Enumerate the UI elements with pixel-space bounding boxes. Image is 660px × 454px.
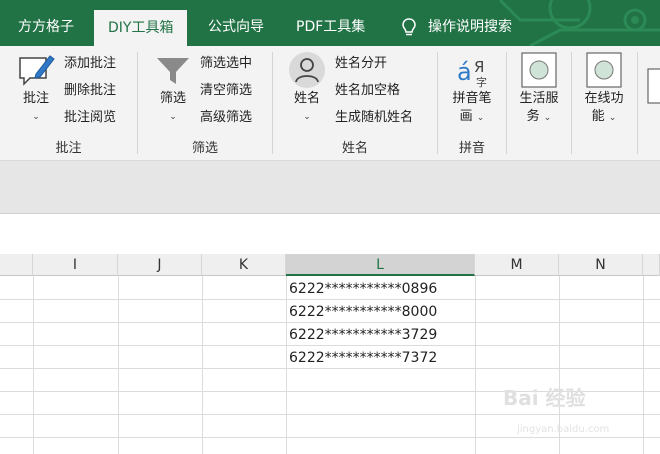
filter-label: 筛选 (159, 91, 186, 106)
group-label-filter: 筛选 (191, 141, 218, 156)
life-service-label-2: 务 ⌄ (526, 109, 552, 124)
service-tile-icon (521, 52, 557, 88)
life-service-button[interactable]: 生活服 务 ⌄ (513, 50, 565, 127)
random-name-button[interactable]: 生成随机姓名 (335, 109, 413, 127)
add-comment-button[interactable]: 添加批注 (64, 55, 116, 73)
group-online: 在线功 能 ⌄ (572, 46, 636, 160)
tell-me-label: 操作说明搜索 (428, 19, 512, 35)
name-label: 姓名 (293, 91, 320, 106)
ribbon-tab-bar: 方方格子 DIY工具箱 公式向导 PDF工具集 操作说明搜索 (0, 0, 660, 46)
column-header-i[interactable]: I (33, 254, 118, 276)
grid-line (118, 276, 119, 454)
grid-line (643, 276, 644, 454)
column-header-overflow[interactable] (643, 254, 660, 276)
group-filter: 筛选 ⌄ 筛选选中 清空筛选 高级筛选 筛选 (138, 46, 272, 160)
column-header-j[interactable]: J (118, 254, 202, 276)
view-comment-button[interactable]: 批注阅览 (64, 109, 116, 127)
grid-line (33, 276, 34, 454)
online-label-2: 能 ⌄ (591, 109, 617, 124)
filter-selected-button[interactable]: 筛选选中 (200, 55, 252, 73)
chevron-down-icon: ⌄ (303, 112, 311, 122)
grid-line (0, 414, 660, 415)
delete-comment-button[interactable]: 删除批注 (64, 82, 116, 100)
sheet-top-area (0, 213, 660, 254)
grid-line (475, 276, 476, 454)
group-pinyin: á Я 字 拼音笔 画 ⌄ 拼音 (438, 46, 506, 160)
grid-line (286, 276, 287, 454)
name-button[interactable]: 姓名 ⌄ (285, 50, 329, 126)
grid-line (0, 437, 660, 438)
cell-l3[interactable]: 6222***********3729 (289, 323, 437, 345)
online-function-button[interactable]: 在线功 能 ⌄ (578, 50, 630, 127)
tab-diy-toolbox[interactable]: DIY工具箱 (94, 10, 188, 46)
tab-formula-wizard[interactable]: 公式向导 (208, 0, 264, 46)
pinyin-label-1: 拼音笔 (452, 91, 492, 106)
filter-button[interactable]: 筛选 ⌄ (152, 50, 194, 126)
online-label-1: 在线功 (584, 91, 624, 106)
cell-l4[interactable]: 6222***********7372 (289, 346, 437, 368)
annotate-button[interactable]: 批注 ⌄ (12, 50, 60, 126)
grid-line (202, 276, 203, 454)
grid-line (0, 368, 660, 369)
pinyin-stroke-button[interactable]: á Я 字 拼音笔 画 ⌄ (446, 50, 498, 127)
group-name: 姓名 ⌄ 姓名分开 姓名加空格 生成随机姓名 姓名 (273, 46, 437, 160)
cell-l1[interactable]: 6222***********0896 (289, 277, 437, 299)
column-header-k[interactable]: K (202, 254, 286, 276)
formula-bar-area[interactable] (0, 161, 660, 213)
funnel-icon (157, 58, 189, 84)
pinyin-label-2: 画 ⌄ (459, 109, 485, 124)
group-label-name: 姓名 (341, 141, 368, 156)
split-name-button[interactable]: 姓名分开 (335, 55, 387, 73)
lightbulb-icon (402, 18, 416, 36)
pinyin-icon: á Я 字 (457, 58, 487, 89)
person-icon (289, 52, 325, 88)
name-add-space-button[interactable]: 姓名加空格 (335, 82, 400, 100)
advanced-filter-button[interactable]: 高级筛选 (200, 109, 252, 127)
tab-pdf-tools[interactable]: PDF工具集 (296, 0, 365, 46)
group-label-annotate: 批注 (55, 141, 82, 156)
clear-filter-button[interactable]: 清空筛选 (200, 82, 252, 100)
svg-text:á: á (457, 58, 472, 86)
life-service-label-1: 生活服 (519, 91, 559, 106)
chevron-down-icon: ⌄ (32, 112, 40, 122)
cell-l2[interactable]: 6222***********8000 (289, 300, 437, 322)
column-header-m[interactable]: M (475, 254, 559, 276)
column-header-blank[interactable] (0, 254, 33, 276)
column-header-l[interactable]: L (286, 254, 475, 276)
group-life-service: 生活服 务 ⌄ (507, 46, 571, 160)
group-label-pinyin: 拼音 (458, 141, 485, 156)
annotate-label: 批注 (22, 91, 49, 106)
svg-text:Я: Я (474, 58, 484, 76)
ribbon: 批注 ⌄ 添加批注 删除批注 批注阅览 批注 筛选 ⌄ 筛选选中 清空筛选 高级… (0, 46, 660, 161)
comment-pen-icon (19, 55, 55, 86)
column-header-n[interactable]: N (559, 254, 643, 276)
online-tile-icon (586, 52, 622, 88)
chevron-down-icon: ⌄ (169, 112, 177, 122)
svg-text:字: 字 (476, 75, 487, 89)
overflow-tile-icon[interactable] (646, 66, 660, 106)
tell-me-search[interactable]: 操作说明搜索 (402, 0, 512, 46)
baidu-watermark: Bai 经验 (503, 386, 586, 410)
group-annotate: 批注 ⌄ 添加批注 删除批注 批注阅览 批注 (0, 46, 137, 160)
tab-fangfang[interactable]: 方方格子 (18, 0, 74, 46)
group-divider (637, 52, 638, 154)
baidu-watermark-url: jingyan.baidu.com (517, 424, 610, 435)
